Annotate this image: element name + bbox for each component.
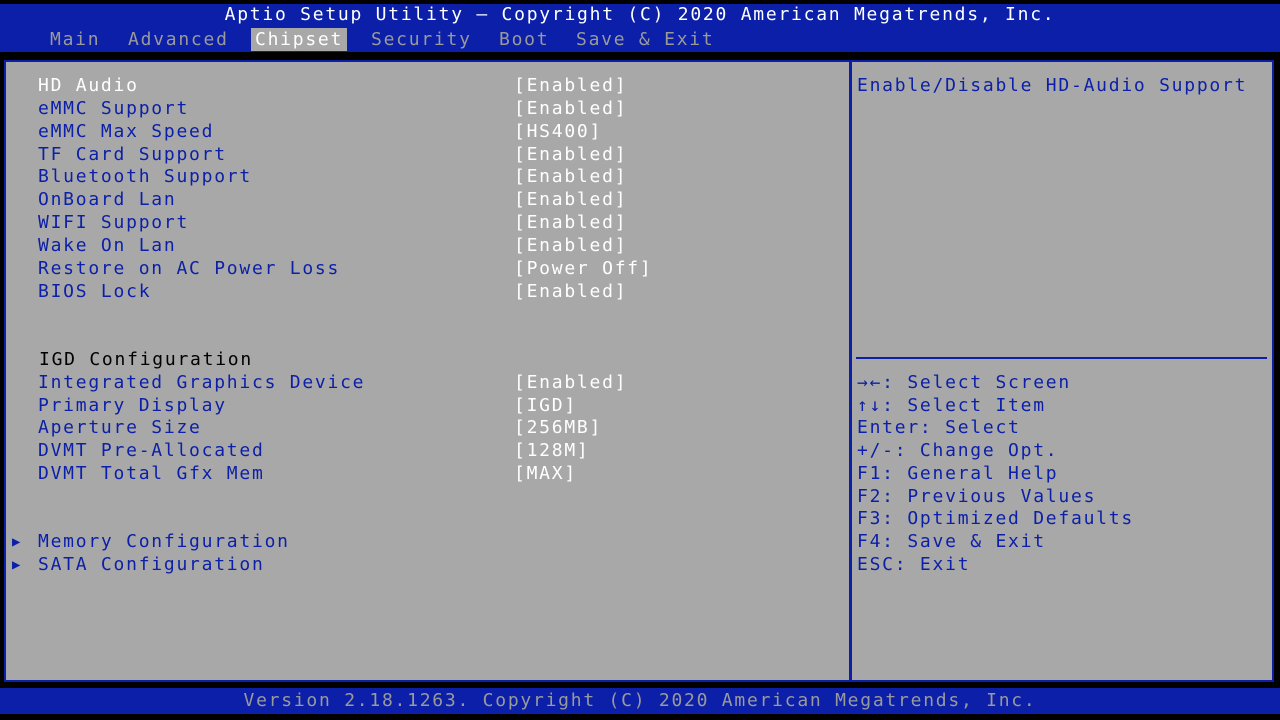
key-select-item: ↑↓: Select Item — [857, 395, 1046, 416]
setting-emmc-support-value[interactable]: [Enabled] — [514, 98, 627, 120]
setting-wake-on-lan-label[interactable]: Wake On Lan — [38, 235, 176, 257]
bios-screen: Aptio Setup Utility – Copyright (C) 2020… — [0, 0, 1280, 720]
help-divider — [856, 357, 1267, 359]
panel-divider — [849, 60, 852, 682]
setting-dvmt-pre-label[interactable]: DVMT Pre-Allocated — [38, 440, 265, 462]
tab-save-exit[interactable]: Save & Exit — [572, 28, 718, 51]
setting-dvmt-total-value[interactable]: [MAX] — [514, 463, 577, 485]
setting-wake-on-lan-value[interactable]: [Enabled] — [514, 235, 627, 257]
setting-dvmt-pre-value[interactable]: [128M] — [514, 440, 590, 462]
tab-advanced[interactable]: Advanced — [124, 28, 233, 51]
setting-aperture-size-value[interactable]: [256MB] — [514, 417, 602, 439]
tab-security[interactable]: Security — [367, 28, 476, 51]
version-footer: Version 2.18.1263. Copyright (C) 2020 Am… — [243, 690, 1037, 711]
setting-igd-device-value[interactable]: [Enabled] — [514, 372, 627, 394]
setting-primary-display-value[interactable]: [IGD] — [514, 395, 577, 417]
setting-hd-audio-label[interactable]: HD Audio — [38, 75, 139, 97]
key-esc-exit: ESC: Exit — [857, 554, 971, 575]
tab-main[interactable]: Main — [46, 28, 104, 51]
setting-emmc-support-label[interactable]: eMMC Support — [38, 98, 189, 120]
setting-bios-lock-value[interactable]: [Enabled] — [514, 281, 627, 303]
setting-onboard-lan-label[interactable]: OnBoard Lan — [38, 189, 176, 211]
key-save-exit: F4: Save & Exit — [857, 531, 1046, 552]
setting-primary-display-label[interactable]: Primary Display — [38, 395, 227, 417]
help-description: Enable/Disable HD-Audio Support — [857, 75, 1248, 96]
key-select-screen: →←: Select Screen — [857, 372, 1071, 393]
setting-aperture-size-label[interactable]: Aperture Size — [38, 417, 202, 439]
setting-onboard-lan-value[interactable]: [Enabled] — [514, 189, 627, 211]
tab-chipset[interactable]: Chipset — [251, 28, 348, 51]
setting-bluetooth-value[interactable]: [Enabled] — [514, 166, 627, 188]
setting-ac-power-loss-label[interactable]: Restore on AC Power Loss — [38, 258, 340, 280]
key-change-opt: +/-: Change Opt. — [857, 440, 1059, 461]
key-enter-select: Enter: Select — [857, 417, 1021, 438]
setting-igd-device-label[interactable]: Integrated Graphics Device — [38, 372, 365, 394]
setting-wifi-value[interactable]: [Enabled] — [514, 212, 627, 234]
setting-dvmt-total-label[interactable]: DVMT Total Gfx Mem — [38, 463, 265, 485]
setting-bluetooth-label[interactable]: Bluetooth Support — [38, 166, 252, 188]
setting-emmc-max-speed-label[interactable]: eMMC Max Speed — [38, 121, 214, 143]
key-previous-values: F2: Previous Values — [857, 486, 1097, 507]
setting-emmc-max-speed-value[interactable]: [HS400] — [514, 121, 602, 143]
submenu-arrow-icon: ▶ — [12, 534, 23, 550]
tab-boot[interactable]: Boot — [495, 28, 553, 51]
setting-bios-lock-label[interactable]: BIOS Lock — [38, 281, 151, 303]
setting-wifi-label[interactable]: WIFI Support — [38, 212, 189, 234]
igd-heading: IGD Configuration — [39, 349, 253, 370]
submenu-memory-configuration[interactable]: Memory Configuration — [38, 531, 290, 553]
key-general-help: F1: General Help — [857, 463, 1059, 484]
app-title: Aptio Setup Utility – Copyright (C) 2020… — [224, 4, 1056, 25]
setting-ac-power-loss-value[interactable]: [Power Off] — [514, 258, 652, 280]
setting-tf-card-value[interactable]: [Enabled] — [514, 144, 627, 166]
submenu-sata-configuration[interactable]: SATA Configuration — [38, 554, 265, 576]
setting-hd-audio-value[interactable]: [Enabled] — [514, 75, 627, 97]
submenu-arrow-icon: ▶ — [12, 557, 23, 573]
key-optimized-defaults: F3: Optimized Defaults — [857, 508, 1134, 529]
setting-tf-card-label[interactable]: TF Card Support — [38, 144, 227, 166]
